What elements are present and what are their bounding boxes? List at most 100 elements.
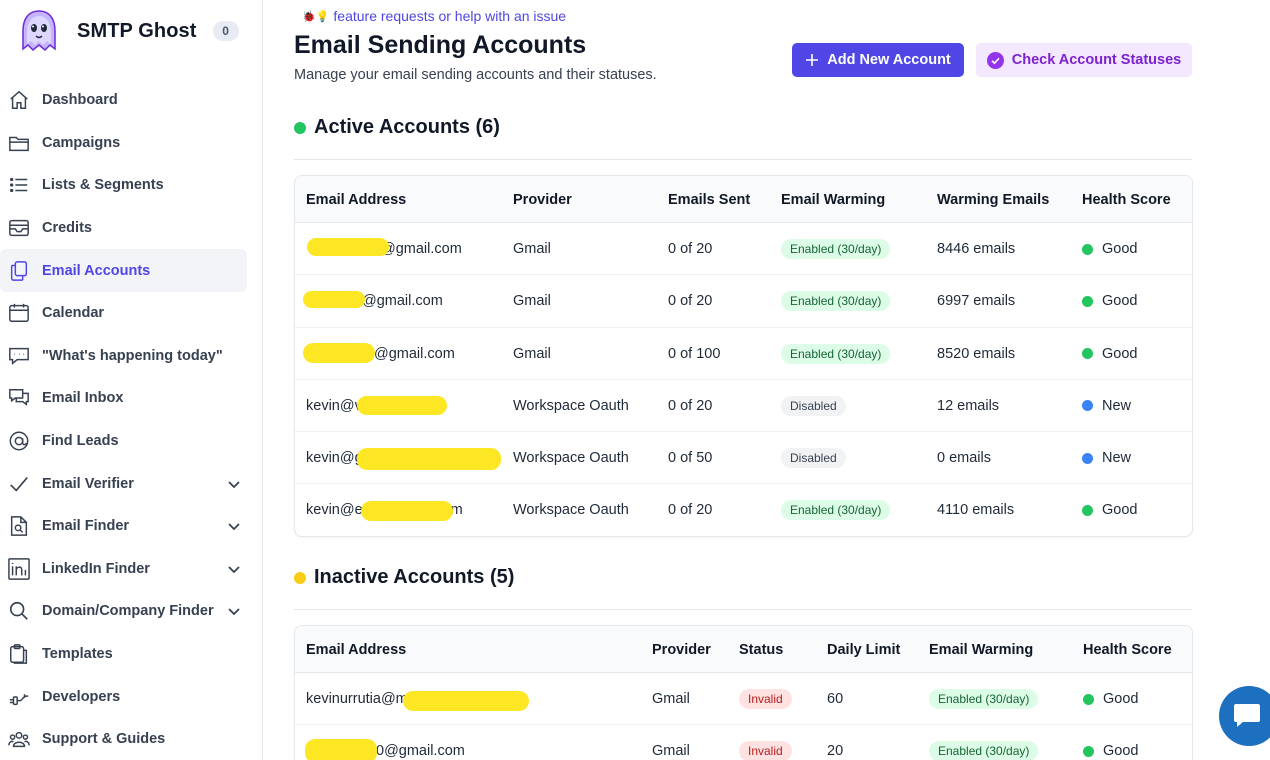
sidebar-item-email-inbox[interactable]: Email Inbox bbox=[0, 377, 263, 420]
support-chat-button[interactable] bbox=[1219, 686, 1270, 746]
health-cell: Good bbox=[1082, 275, 1137, 327]
warming-emails-cell: 4110 emails bbox=[937, 502, 1015, 519]
email-cell: kevin@v bbox=[306, 397, 362, 414]
sidebar-item-linkedin-finder[interactable]: LinkedIn Finder bbox=[0, 548, 263, 591]
health-dot bbox=[1082, 243, 1093, 255]
health-cell: Good bbox=[1083, 673, 1138, 725]
sidebar-item-developers[interactable]: Developers bbox=[0, 675, 263, 718]
warming-cell: Disabled bbox=[781, 432, 846, 484]
active-status-dot bbox=[294, 121, 306, 134]
provider-cell: Workspace Oauth bbox=[513, 397, 629, 414]
check-circle-icon bbox=[986, 51, 1004, 69]
ghost-logo-icon bbox=[20, 9, 58, 53]
provider-cell: Gmail bbox=[652, 691, 690, 707]
table-header: Email Address Provider Emails Sent Email… bbox=[295, 176, 1192, 223]
sidebar-item-calendar[interactable]: Calendar bbox=[0, 292, 263, 335]
table-row[interactable]: kevin@g Workspace Oauth 0 of 50 Disabled… bbox=[295, 432, 1192, 485]
sidebar-item-label: Dashboard bbox=[42, 92, 118, 109]
chevron-down-icon[interactable] bbox=[227, 477, 241, 491]
sidebar-item-templates[interactable]: Templates bbox=[0, 633, 263, 676]
sidebar-item-campaigns[interactable]: Campaigns bbox=[0, 122, 263, 165]
users-icon bbox=[8, 728, 30, 750]
col-health-score: Health Score bbox=[1083, 641, 1172, 658]
redaction-mark bbox=[357, 395, 447, 415]
sidebar-nav: Dashboard Campaigns Lists & Segments Cre… bbox=[0, 79, 263, 760]
sidebar-item-label: Lists & Segments bbox=[42, 177, 164, 194]
chat-icon bbox=[8, 345, 30, 367]
emails-sent-cell: 0 of 100 bbox=[668, 345, 721, 362]
sidebar: SMTP Ghost 0 Dashboard Campaigns Lists &… bbox=[0, 0, 263, 760]
check-icon bbox=[8, 473, 30, 495]
table-row[interactable]: kevin@e m Workspace Oauth 0 of 20 Enable… bbox=[295, 484, 1192, 536]
col-status: Status bbox=[739, 641, 784, 658]
table-row[interactable]: kevin@v Workspace Oauth 0 of 20 Disabled… bbox=[295, 380, 1192, 433]
sidebar-item-label: Email Accounts bbox=[42, 262, 151, 279]
sidebar-item-label: Templates bbox=[42, 646, 113, 663]
health-cell: New bbox=[1082, 432, 1131, 484]
add-account-button[interactable]: Add New Account bbox=[792, 43, 964, 77]
table-row[interactable]: kevinurrutia@m Gmail Invalid 60 Enabled … bbox=[295, 673, 1192, 726]
warming-badge: Disabled bbox=[781, 395, 846, 416]
sidebar-item-whats-happening[interactable]: "What's happening today" bbox=[0, 335, 263, 378]
sidebar-item-label: Domain/Company Finder bbox=[42, 603, 214, 620]
health-cell: Good bbox=[1082, 328, 1137, 380]
credits-badge: 0 bbox=[212, 21, 239, 41]
health-cell: Good bbox=[1083, 725, 1138, 760]
chevron-down-icon[interactable] bbox=[227, 519, 241, 533]
table-row[interactable]: 0@gmail.com Gmail Invalid 20 Enabled (30… bbox=[295, 725, 1192, 760]
calendar-icon bbox=[8, 302, 30, 324]
sidebar-item-email-accounts[interactable]: Email Accounts bbox=[0, 249, 247, 292]
warming-emails-cell: 8446 emails bbox=[937, 241, 1016, 257]
sidebar-item-label: Calendar bbox=[42, 305, 105, 322]
sidebar-item-domain-finder[interactable]: Domain/Company Finder bbox=[0, 590, 263, 633]
warming-badge: Enabled (30/day) bbox=[781, 291, 891, 312]
sidebar-item-email-verifier[interactable]: Email Verifier bbox=[0, 462, 263, 505]
warming-cell: Disabled bbox=[781, 380, 846, 432]
sidebar-item-label: Find Leads bbox=[42, 433, 119, 450]
help-link-text: feature requests or help with an issue bbox=[333, 8, 567, 24]
redaction-mark bbox=[307, 238, 389, 256]
sidebar-item-label: Campaigns bbox=[42, 134, 121, 151]
health-dot bbox=[1082, 504, 1093, 516]
redaction-mark bbox=[357, 448, 501, 471]
sidebar-item-label: Credits bbox=[42, 220, 92, 237]
brand[interactable]: SMTP Ghost 0 bbox=[20, 8, 239, 54]
redaction-mark bbox=[403, 691, 529, 711]
check-statuses-button[interactable]: Check Account Statuses bbox=[976, 43, 1192, 77]
col-daily-limit: Daily Limit bbox=[827, 641, 901, 658]
sidebar-item-credits[interactable]: Credits bbox=[0, 207, 263, 250]
active-accounts-heading: Active Accounts (6) bbox=[294, 116, 500, 139]
sidebar-item-label: "What's happening today" bbox=[42, 347, 223, 364]
home-icon bbox=[8, 89, 30, 111]
health-dot bbox=[1082, 400, 1093, 412]
table-row[interactable]: @gmail.com Gmail 0 of 20 Enabled (30/day… bbox=[295, 275, 1192, 328]
email-cell: kevin@g bbox=[306, 450, 363, 467]
table-row[interactable]: @gmail.com Gmail 0 of 20 Enabled (30/day… bbox=[295, 223, 1192, 276]
inactive-accounts-heading: Inactive Accounts (5) bbox=[294, 566, 514, 589]
sidebar-item-lists[interactable]: Lists & Segments bbox=[0, 164, 263, 207]
bug-bulb-icon: 🐞💡 bbox=[302, 10, 330, 23]
warming-cell: Enabled (30/day) bbox=[781, 484, 891, 536]
chevron-down-icon[interactable] bbox=[227, 604, 241, 618]
divider bbox=[294, 159, 1192, 160]
provider-cell: Gmail bbox=[513, 293, 551, 310]
sidebar-item-support[interactable]: Support & Guides bbox=[0, 718, 263, 760]
divider bbox=[294, 609, 1192, 610]
page-title: Email Sending Accounts bbox=[294, 31, 587, 59]
chevron-down-icon[interactable] bbox=[227, 562, 241, 576]
warming-emails-cell: 12 emails bbox=[937, 397, 1000, 414]
email-cell: kevinurrutia@m bbox=[306, 691, 408, 707]
sidebar-item-email-finder[interactable]: Email Finder bbox=[0, 505, 263, 548]
sidebar-item-find-leads[interactable]: Find Leads bbox=[0, 420, 263, 463]
table-row[interactable]: @gmail.com Gmail 0 of 100 Enabled (30/da… bbox=[295, 328, 1192, 380]
add-account-label: Add New Account bbox=[827, 52, 951, 68]
help-link[interactable]: 🐞💡 feature requests or help with an issu… bbox=[302, 8, 566, 24]
sidebar-item-dashboard[interactable]: Dashboard bbox=[0, 79, 263, 122]
warming-badge: Enabled (30/day) bbox=[781, 500, 891, 521]
status-badge: Invalid bbox=[739, 689, 792, 709]
provider-cell: Gmail bbox=[513, 345, 551, 362]
status-cell: Invalid bbox=[739, 673, 792, 725]
warming-cell: Enabled (30/day) bbox=[929, 673, 1039, 725]
warming-cell: Enabled (30/day) bbox=[781, 223, 891, 275]
col-email-address: Email Address bbox=[306, 641, 407, 658]
